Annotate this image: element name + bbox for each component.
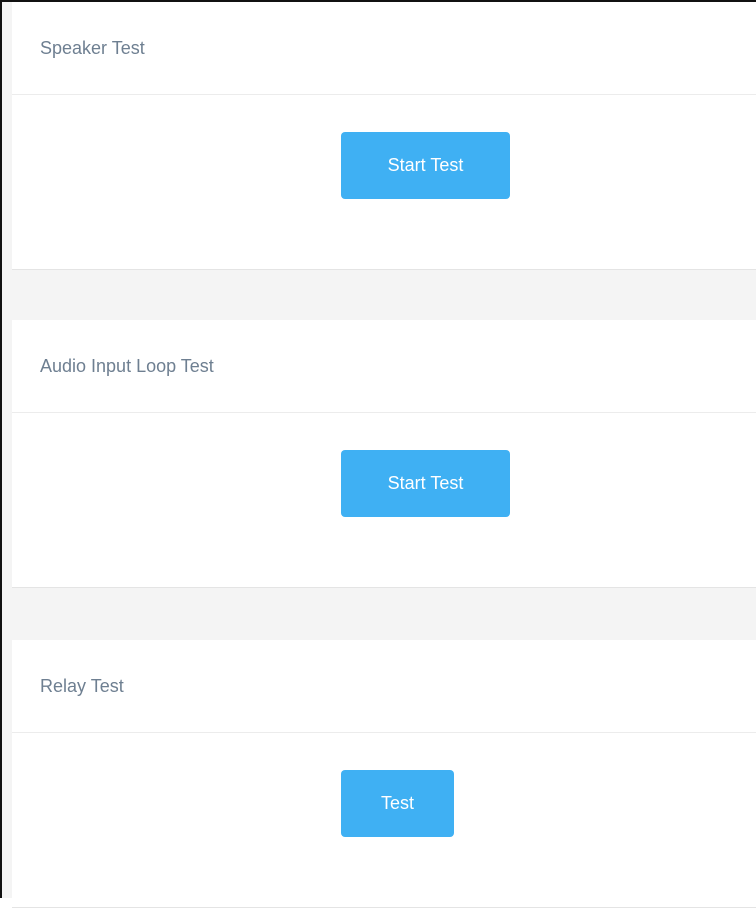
speaker-test-panel: Speaker Test Start Test [12,2,756,270]
relay-test-header: Relay Test [12,640,756,733]
relay-test-title: Relay Test [40,675,124,696]
relay-test-body: Test [12,733,756,908]
speaker-test-title: Speaker Test [40,37,145,58]
page-frame: Speaker Test Start Test Audio Input Loop… [0,0,756,908]
audio-input-loop-test-header: Audio Input Loop Test [12,320,756,413]
speaker-start-test-button[interactable]: Start Test [341,132,510,199]
relay-test-panel: Relay Test Test [12,640,756,908]
audio-input-loop-test-title: Audio Input Loop Test [40,355,214,376]
audio-input-loop-test-panel: Audio Input Loop Test Start Test [12,320,756,588]
audio-loop-start-test-button[interactable]: Start Test [341,450,510,517]
relay-test-button[interactable]: Test [341,770,454,837]
audio-input-loop-test-body: Start Test [12,413,756,588]
speaker-test-body: Start Test [12,95,756,270]
speaker-test-header: Speaker Test [12,2,756,95]
